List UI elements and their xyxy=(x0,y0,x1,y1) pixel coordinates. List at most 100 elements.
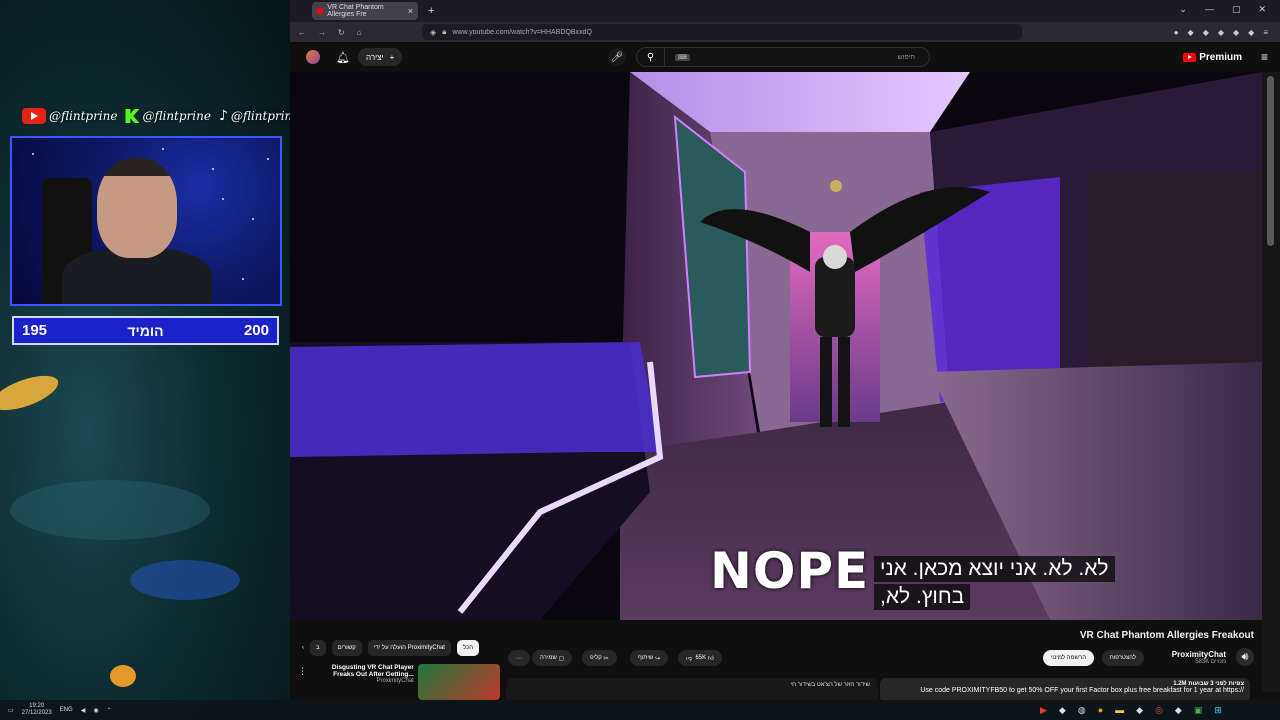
chip[interactable]: ב xyxy=(310,640,326,656)
lock-icon: 🔒︎ xyxy=(442,27,447,36)
maximize-button[interactable]: ▢ xyxy=(1232,4,1241,15)
score-left: 195 xyxy=(22,322,48,339)
description-box[interactable]: 1.2M צפיות לפני 3 שבועות Use code PROXIM… xyxy=(880,678,1250,702)
create-button[interactable]: יצירה + xyxy=(358,48,403,66)
scrollbar[interactable] xyxy=(1262,72,1280,692)
search-icon[interactable]: ⚲ xyxy=(637,48,665,66)
app-icon[interactable]: ▣ xyxy=(1194,705,1203,716)
clip-button[interactable]: קליפ ✂ xyxy=(582,650,617,666)
chip-active[interactable]: הכל xyxy=(456,640,479,656)
like-icon[interactable]: 👍︎ xyxy=(708,654,714,662)
keyboard-icon[interactable]: ⌨ xyxy=(675,53,690,61)
chevron-up-icon[interactable]: ⌃ xyxy=(107,707,112,714)
social-handle: @flintprine xyxy=(49,109,118,123)
youtube-header: 🔔︎ יצירה + 🎤︎ ⚲ ⌨ חיפוש Premium ≡ xyxy=(290,42,1280,72)
chip-bar: ‹ ב קשורים הועלה על ידי ProximityChat הכ… xyxy=(302,640,479,656)
youtube-logo[interactable]: Premium xyxy=(1183,52,1242,63)
windows-start-icon[interactable]: ⊞ xyxy=(1214,705,1222,716)
obs-icon[interactable]: ◍ xyxy=(1078,705,1086,716)
webcam-feed xyxy=(10,136,282,306)
dislike-icon[interactable]: 👎︎ xyxy=(686,654,692,662)
stream-overlay: @flintprine @flintprine ♪ @flintprine 19… xyxy=(0,0,290,720)
volume-icon[interactable]: ◀ xyxy=(81,707,86,714)
reload-icon[interactable]: ↻ xyxy=(338,28,345,37)
extension-icon[interactable]: ◆ xyxy=(1248,28,1254,37)
firefox-icon[interactable]: ● xyxy=(1098,705,1103,716)
forward-icon[interactable]: → xyxy=(318,28,326,37)
user-avatar[interactable] xyxy=(306,50,320,64)
subtitle-line: בחוץ. לא, xyxy=(874,584,971,610)
extension-icon[interactable]: ◆ xyxy=(1218,28,1224,37)
video-player[interactable]: NOPE לא. לא. אני יוצא מכאן. אני בחוץ. לא… xyxy=(290,72,1262,620)
subscribe-button[interactable]: הרשמה למינוי xyxy=(1042,650,1094,666)
new-tab-button[interactable]: + xyxy=(428,5,434,17)
channel-info[interactable]: ProximityChat 583K מנויים xyxy=(1172,650,1226,665)
close-window-button[interactable]: ✕ xyxy=(1258,4,1266,15)
tab-title: VR Chat Phantom Allergies Fre xyxy=(327,4,384,18)
chip[interactable]: הועלה על ידי ProximityChat xyxy=(367,640,451,656)
url-text: www.youtube.com/watch?v=HHABDQBxxdQ xyxy=(452,28,592,36)
chevron-down-icon[interactable]: ⌄ xyxy=(1179,4,1187,15)
save-label: שמירה xyxy=(540,655,557,661)
like-dislike-button[interactable]: 👎︎ 65K 👍︎ xyxy=(678,650,723,666)
system-tray: ▭ 19:20 27/12/2023 ENG ◀ ◉ ⌃ xyxy=(8,703,112,717)
more-button[interactable]: ⋯ xyxy=(508,650,530,666)
youtube-logo-icon xyxy=(1183,52,1197,62)
bell-icon[interactable]: 🔔︎ xyxy=(336,51,350,64)
home-icon[interactable]: ⌂ xyxy=(357,28,362,37)
microphone-icon[interactable]: 🎤︎ xyxy=(608,48,626,66)
menu-icon[interactable]: ≡ xyxy=(1263,28,1268,37)
folder-icon[interactable]: ▬ xyxy=(1115,705,1124,716)
youtube-favicon-icon xyxy=(317,8,324,14)
extension-icon[interactable]: ◆ xyxy=(1203,28,1209,37)
youtube-app-icon[interactable]: ▶ xyxy=(1040,705,1047,716)
nope-overlay-text: NOPE xyxy=(710,542,870,600)
subtitles: לא. לא. אני יוצא מכאן. אני בחוץ. לא, xyxy=(874,556,1115,610)
create-label: יצירה xyxy=(366,52,384,62)
description-text: Use code PROXIMITYFB50 to get 50% OFF yo… xyxy=(920,687,1244,694)
social-handles: @flintprine @flintprine ♪ @flintprine xyxy=(22,108,290,124)
browser-tab[interactable]: VR Chat Phantom Allergies Fre × xyxy=(312,2,418,20)
logo-text: Premium xyxy=(1199,51,1242,63)
chip[interactable]: קשורים xyxy=(331,640,362,656)
search-bar[interactable]: ⚲ ⌨ חיפוש xyxy=(636,47,930,67)
share-button[interactable]: שיתוף ↪ xyxy=(630,650,668,666)
clock-time: 19:20 xyxy=(29,703,45,709)
extension-icon[interactable]: ◆ xyxy=(1188,28,1194,37)
account-icon[interactable]: ● xyxy=(1174,28,1179,37)
search-input[interactable]: חיפוש xyxy=(898,54,915,61)
related-info: Disgusting VR Chat Player Freaks Out Aft… xyxy=(316,664,414,704)
related-thumbnail[interactable] xyxy=(417,664,500,700)
plus-icon: + xyxy=(389,52,395,62)
chrome-icon[interactable]: ◎ xyxy=(1155,705,1163,716)
address-bar[interactable]: ◈ 🔒︎ www.youtube.com/watch?v=HHABDQBxxdQ xyxy=(422,24,1022,40)
network-icon[interactable]: ◉ xyxy=(93,707,98,714)
app-icon[interactable]: ◆ xyxy=(1136,705,1143,716)
extension-icon[interactable]: ◆ xyxy=(1233,28,1239,37)
chevron-left-icon[interactable]: ‹ xyxy=(302,645,304,651)
share-label: שיתוף xyxy=(638,655,654,661)
speaker-icon[interactable]: 🔊︎ xyxy=(1236,648,1254,666)
more-vert-icon[interactable]: ⋮ xyxy=(298,666,307,677)
related-video[interactable]: Disgusting VR Chat Player Freaks Out Aft… xyxy=(300,664,500,704)
language-indicator[interactable]: ENG xyxy=(60,707,73,713)
join-button[interactable]: להצטרפות xyxy=(1101,650,1144,666)
scrollbar-thumb[interactable] xyxy=(1267,76,1274,246)
tiktok-icon: ♪ xyxy=(218,108,228,124)
hamburger-menu-icon[interactable]: ≡ xyxy=(1261,50,1268,64)
notification-icon[interactable]: ▭ xyxy=(8,707,14,714)
related-title[interactable]: Disgusting VR Chat Player Freaks Out Aft… xyxy=(316,664,414,678)
related-channel: ProximityChat xyxy=(376,678,414,684)
app-icon[interactable]: ◆ xyxy=(1175,705,1182,716)
steam-icon[interactable]: ◆ xyxy=(1059,705,1066,716)
clock[interactable]: 19:20 27/12/2023 xyxy=(22,703,52,717)
back-icon[interactable]: ← xyxy=(298,28,306,37)
close-tab-icon[interactable]: × xyxy=(408,6,413,16)
minimize-button[interactable]: — xyxy=(1205,4,1214,15)
social-handle: @flintprine xyxy=(230,109,290,123)
share-icon: ↪ xyxy=(654,655,660,662)
social-kick: @flintprine xyxy=(125,109,211,123)
save-button[interactable]: שמירה ▢ xyxy=(532,650,573,666)
fish-decoration xyxy=(10,480,210,540)
channel-name[interactable]: ProximityChat xyxy=(1172,650,1226,659)
